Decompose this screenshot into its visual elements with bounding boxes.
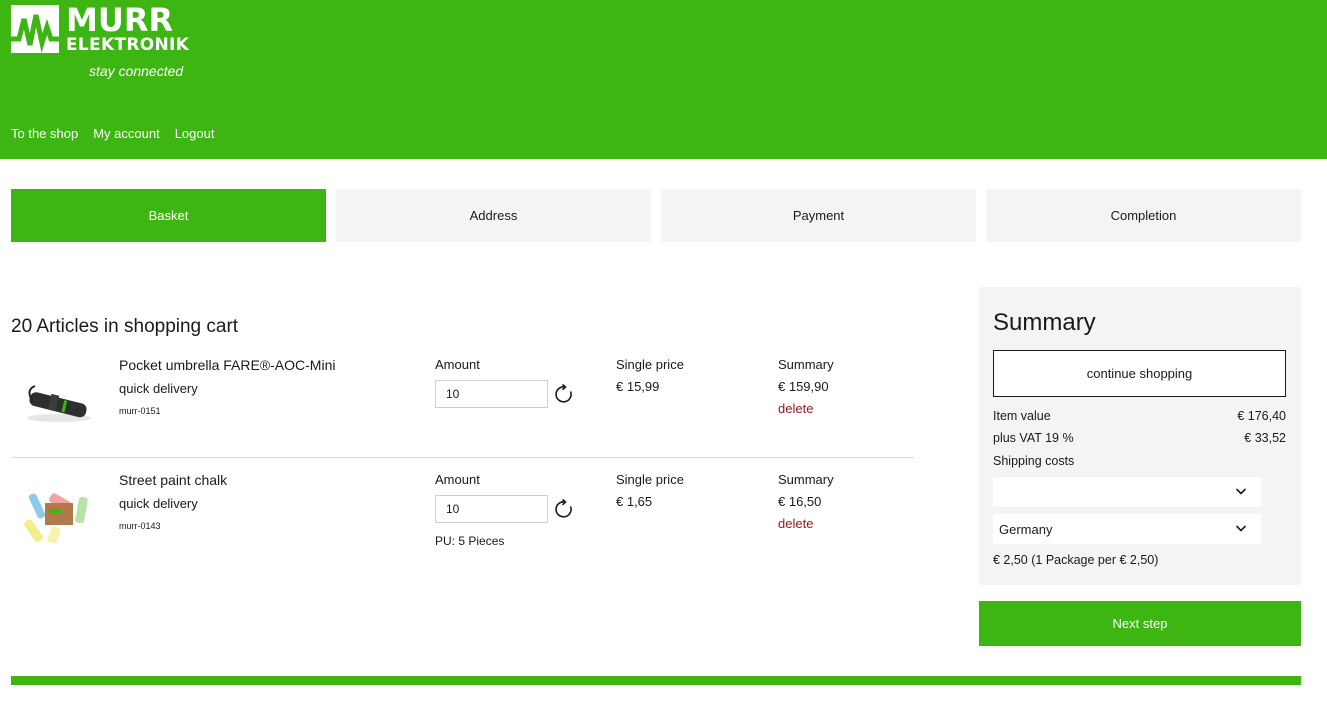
murr-logo-icon <box>11 5 59 53</box>
logo-text-elektronik: ELEKTRONIK <box>66 35 190 55</box>
product-sku: murr-0151 <box>119 406 161 416</box>
refresh-icon[interactable] <box>553 383 575 405</box>
delivery-status: quick delivery <box>119 381 198 396</box>
step-payment[interactable]: Payment <box>661 189 976 242</box>
item-value-amount: € 176,40 <box>1237 409 1286 423</box>
single-price-value: € 1,65 <box>616 494 653 509</box>
shipping-cost-note: € 2,50 (1 Package per € 2,50) <box>993 553 1159 567</box>
summary-title: Summary <box>993 309 1096 336</box>
logo-text-murr: MURR <box>66 1 174 39</box>
chalk-product-image[interactable] <box>19 487 99 547</box>
country-select[interactable]: Germany <box>993 514 1261 544</box>
continue-shopping-button[interactable]: continue shopping <box>993 350 1286 397</box>
amount-label: Amount <box>435 472 480 487</box>
step-address[interactable]: Address <box>336 189 651 242</box>
item-value-row: Item value € 176,40 <box>993 408 1286 425</box>
delete-link[interactable]: delete <box>778 515 813 532</box>
line-summary-value: € 16,50 <box>778 494 822 509</box>
amount-label: Amount <box>435 357 480 372</box>
single-price-value: € 15,99 <box>616 379 660 394</box>
top-navigation: To the shop My account Logout <box>11 125 229 142</box>
packaging-unit: PU: 5 Pieces <box>435 534 505 548</box>
vat-row: plus VAT 19 % € 33,52 <box>993 430 1286 447</box>
footer-divider <box>11 676 1301 685</box>
shipping-method-select[interactable] <box>993 477 1261 507</box>
chevron-down-icon <box>1235 488 1247 495</box>
line-summary-value: € 159,90 <box>778 379 829 394</box>
next-step-button[interactable]: Next step <box>979 601 1301 646</box>
step-completion[interactable]: Completion <box>986 189 1301 242</box>
cart-item: Pocket umbrella FARE®-AOC-Mini quick del… <box>11 350 914 458</box>
quantity-input[interactable] <box>435 380 548 408</box>
nav-my-account[interactable]: My account <box>93 125 159 142</box>
shipping-row: Shipping costs <box>993 453 1286 470</box>
checkout-steps: Basket Address Payment Completion <box>11 189 1301 242</box>
chevron-down-icon <box>1235 525 1247 532</box>
logo-tagline: stay connected <box>89 63 184 79</box>
nav-logout[interactable]: Logout <box>175 125 215 142</box>
product-name[interactable]: Pocket umbrella FARE®-AOC-Mini <box>119 356 335 374</box>
line-summary-label: Summary <box>778 472 834 487</box>
item-value-label: Item value <box>993 409 1051 423</box>
single-price-label: Single price <box>616 357 684 372</box>
delete-link[interactable]: delete <box>778 400 813 417</box>
cart-item: Street paint chalk quick delivery murr-0… <box>11 465 914 577</box>
line-summary-label: Summary <box>778 357 834 372</box>
shipping-label: Shipping costs <box>993 454 1075 468</box>
vat-label: plus VAT 19 % <box>993 431 1074 445</box>
vat-amount: € 33,52 <box>1244 431 1286 445</box>
umbrella-product-image[interactable] <box>19 372 99 432</box>
country-value: Germany <box>999 521 1053 537</box>
product-sku: murr-0143 <box>119 521 161 531</box>
refresh-icon[interactable] <box>553 498 575 520</box>
product-name[interactable]: Street paint chalk <box>119 471 227 489</box>
order-summary-panel: Summary continue shopping Item value € 1… <box>979 287 1301 585</box>
step-basket[interactable]: Basket <box>11 189 326 242</box>
nav-to-the-shop[interactable]: To the shop <box>11 125 78 142</box>
delivery-status: quick delivery <box>119 496 198 511</box>
murr-logo[interactable]: MURR ELEKTRONIK stay connected <box>11 1 191 85</box>
cart-title: 20 Articles in shopping cart <box>11 316 239 337</box>
page-header: MURR ELEKTRONIK stay connected To the sh… <box>0 0 1327 159</box>
single-price-label: Single price <box>616 472 684 487</box>
quantity-input[interactable] <box>435 495 548 523</box>
